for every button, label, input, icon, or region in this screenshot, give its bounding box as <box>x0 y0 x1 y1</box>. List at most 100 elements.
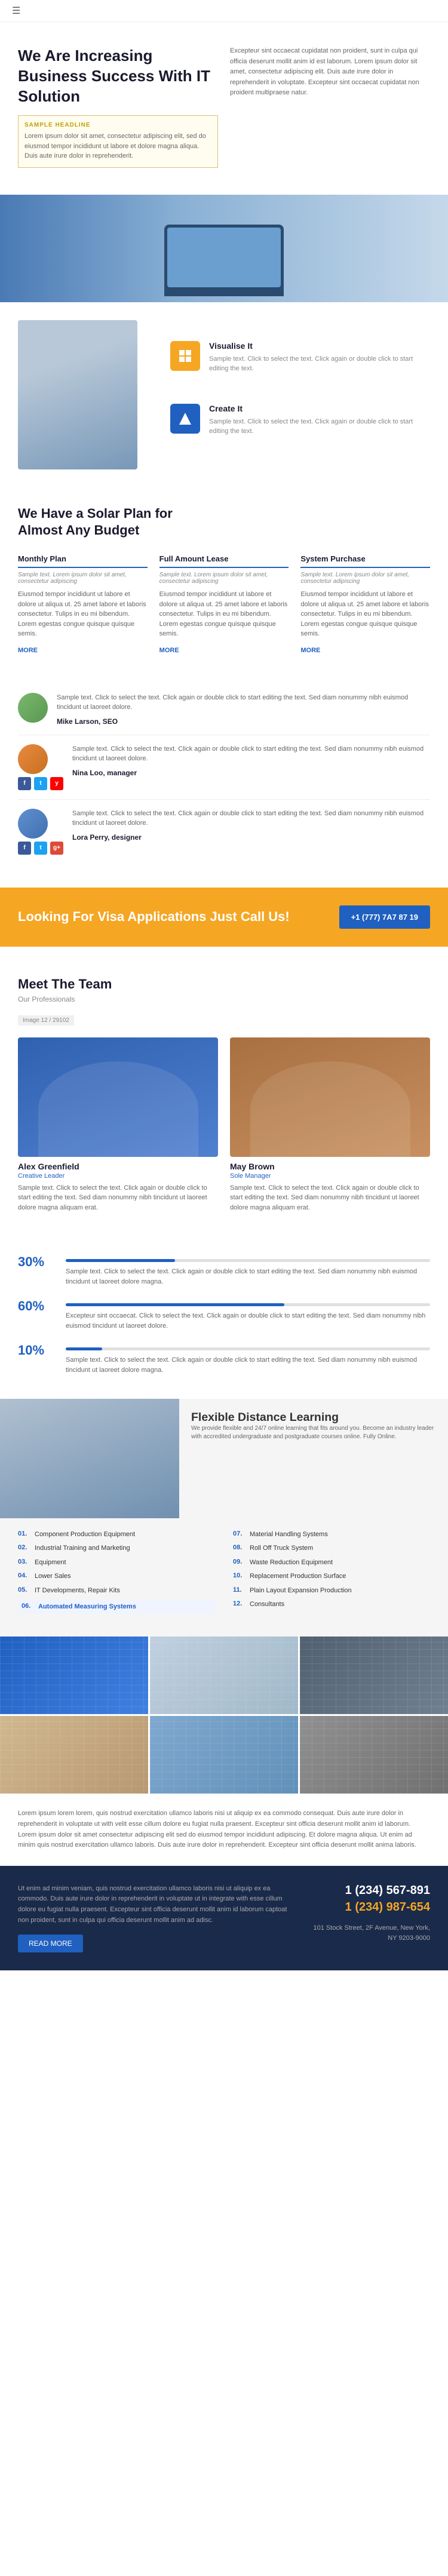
list-text-10: Replacement Production Surface <box>250 1572 346 1581</box>
visualize-icon <box>170 341 200 371</box>
list-text-2: Industrial Training and Marketing <box>35 1544 130 1553</box>
hero-left: We Are Increasing Business Success With … <box>18 46 218 177</box>
list-text-6: Automated Measuring Systems <box>38 1602 136 1611</box>
progress-item-2: 60% Excepteur sint occaecat. Click to se… <box>18 1298 430 1331</box>
testimonial-1-content: Sample text. Click to select the text. C… <box>57 693 430 726</box>
learning-lists-section: 01. Component Production Equipment 02. I… <box>0 1518 448 1637</box>
list-item-2: 02. Industrial Training and Marketing <box>18 1544 215 1553</box>
twitter-icon-2[interactable]: t <box>34 842 47 855</box>
progress-bar-3 <box>66 1347 430 1350</box>
top-bar: ☰ <box>0 0 448 22</box>
testimonial-3: f t g+ Sample text. Click to select the … <box>18 800 430 864</box>
team-title: Meet The Team <box>18 977 430 992</box>
avatar-2 <box>18 744 48 774</box>
list-text-9: Waste Reduction Equipment <box>250 1558 333 1567</box>
list-num-12: 12. <box>233 1600 245 1607</box>
progress-item-3: 10% Sample text. Click to select the tex… <box>18 1343 430 1375</box>
list-item-5: 05. IT Developments, Repair Kits <box>18 1586 215 1595</box>
phone-2[interactable]: 1 (234) 987-654 <box>311 1900 430 1914</box>
list-text-7: Material Handling Systems <box>250 1530 328 1539</box>
learning-section: Flexible Distance Learning We provide fl… <box>179 1399 448 1518</box>
team-member-2: May Brown Sole Manager Sample text. Clic… <box>230 1037 430 1213</box>
contact-address: 101 Stock Street, 2F Avenue, New York, N… <box>311 1923 430 1944</box>
hero-right: Excepteur sint occaecat cupidatat non pr… <box>230 46 430 177</box>
progress-fill-3 <box>66 1347 102 1350</box>
learning-list-1: 01. Component Production Equipment 02. I… <box>18 1530 215 1619</box>
list-num-7: 07. <box>233 1530 245 1537</box>
progress-label-3: 10% <box>18 1343 54 1358</box>
facebook-icon[interactable]: f <box>18 777 31 790</box>
plan-purchase: System Purchase Sample text. Lorem ipsum… <box>300 554 430 654</box>
team-member-1: Alex Greenfield Creative Leader Sample t… <box>18 1037 218 1213</box>
team-desc-2: Sample text. Click to select the text. C… <box>230 1183 430 1213</box>
progress-fill-1 <box>66 1259 175 1262</box>
plans-row: Monthly Plan Sample text. Lorem ipsum do… <box>18 554 430 654</box>
solar-title: We Have a Solar Plan for Almost Any Budg… <box>18 505 197 539</box>
progress-bar-wrap-2: Excepteur sint occaecat. Click to select… <box>66 1298 430 1331</box>
youtube-icon[interactable]: y <box>50 777 63 790</box>
testimonial-3-text: Sample text. Click to select the text. C… <box>72 809 430 828</box>
hero-image <box>0 195 448 302</box>
list-item-6: 06. Automated Measuring Systems <box>18 1600 215 1614</box>
testimonial-2-content: Sample text. Click to select the text. C… <box>72 744 430 777</box>
plan-monthly-more[interactable]: MORE <box>18 647 38 654</box>
team-section: Meet The Team Our Professionals Image 12… <box>0 959 448 1243</box>
create-text: Sample text. Click to select the text. C… <box>209 417 421 437</box>
hero-title: We Are Increasing Business Success With … <box>18 46 218 106</box>
plan-lease-more[interactable]: MORE <box>159 647 179 654</box>
contact-footer: Ut enim ad minim veniam, quis nostrud ex… <box>0 1866 448 1970</box>
team-role-2: Sole Manager <box>230 1172 430 1180</box>
testimonial-3-content: Sample text. Click to select the text. C… <box>72 809 430 842</box>
facebook-icon-2[interactable]: f <box>18 842 31 855</box>
testimonial-2-text: Sample text. Click to select the text. C… <box>72 744 430 764</box>
list-num-6: 06. <box>22 1602 33 1610</box>
phone-1[interactable]: 1 (234) 567-891 <box>311 1884 430 1898</box>
team-desc-1: Sample text. Click to select the text. C… <box>18 1183 218 1213</box>
team-name-2: May Brown <box>230 1162 430 1171</box>
list-item-9: 09. Waste Reduction Equipment <box>233 1558 430 1567</box>
hero-right-text: Excepteur sint occaecat cupidatat non pr… <box>230 46 430 99</box>
testimonial-2: f t y Sample text. Click to select the t… <box>18 735 430 800</box>
read-more-button[interactable]: READ MORE <box>18 1935 83 1952</box>
testimonial-1-text: Sample text. Click to select the text. C… <box>57 693 430 713</box>
avatar-3 <box>18 809 48 839</box>
cta-banner: Looking For Visa Applications Just Call … <box>0 888 448 947</box>
hero-section: We Are Increasing Business Success With … <box>0 22 448 195</box>
list-num-1: 01. <box>18 1530 30 1537</box>
testimonial-2-name: Nina Loo, manager <box>72 769 430 777</box>
bottom-text: Lorem ipsum lorem lorem, quis nostrud ex… <box>18 1809 430 1850</box>
testimonial-1: Sample text. Click to select the text. C… <box>18 684 430 735</box>
plan-purchase-more[interactable]: MORE <box>300 647 320 654</box>
twitter-icon[interactable]: t <box>34 777 47 790</box>
sample-box: SAMPLE HEADLINE Lorem ipsum dolor sit am… <box>18 115 218 168</box>
photo-cell-5 <box>150 1716 298 1794</box>
icon-card-create: Create It Sample text. Click to select t… <box>161 395 430 446</box>
team-role-1: Creative Leader <box>18 1172 218 1180</box>
contact-left: Ut enim ad minim veniam, quis nostrud ex… <box>18 1884 293 1952</box>
list-item-10: 10. Replacement Production Surface <box>233 1572 430 1581</box>
avatar-1 <box>18 693 48 723</box>
cards-row: Visualise It Sample text. Click to selec… <box>0 302 448 487</box>
create-icon <box>170 404 200 434</box>
plan-purchase-desc: Eiusmod tempor incididunt ut labore et d… <box>300 589 430 639</box>
list-item-8: 08. Roll Off Truck System <box>233 1544 430 1553</box>
plan-monthly-name: Monthly Plan <box>18 554 148 568</box>
progress-bar-1 <box>66 1259 430 1262</box>
list-num-2: 02. <box>18 1544 30 1551</box>
photo-grid <box>0 1637 448 1794</box>
googleplus-icon[interactable]: g+ <box>50 842 63 855</box>
plan-lease: Full Amount Lease Sample text. Lorem ips… <box>159 554 289 654</box>
photo-cell-2 <box>150 1637 298 1714</box>
learning-title: Flexible Distance Learning <box>191 1411 436 1424</box>
plan-monthly-desc: Eiusmod tempor incididunt ut labore et d… <box>18 589 148 639</box>
list-text-8: Roll Off Truck System <box>250 1544 313 1553</box>
cta-phone-button[interactable]: +1 (777) 7A7 87 19 <box>339 905 430 929</box>
list-num-5: 05. <box>18 1586 30 1594</box>
list-item-4: 04. Lower Sales <box>18 1572 215 1581</box>
image-tab-label: Image 12 / 29102 <box>18 1015 74 1026</box>
list-item-12: 12. Consultants <box>233 1600 430 1609</box>
hamburger-icon[interactable]: ☰ <box>12 5 20 17</box>
team-photo-2 <box>230 1037 430 1157</box>
list-num-11: 11. <box>233 1586 245 1594</box>
progress-fill-2 <box>66 1303 284 1306</box>
